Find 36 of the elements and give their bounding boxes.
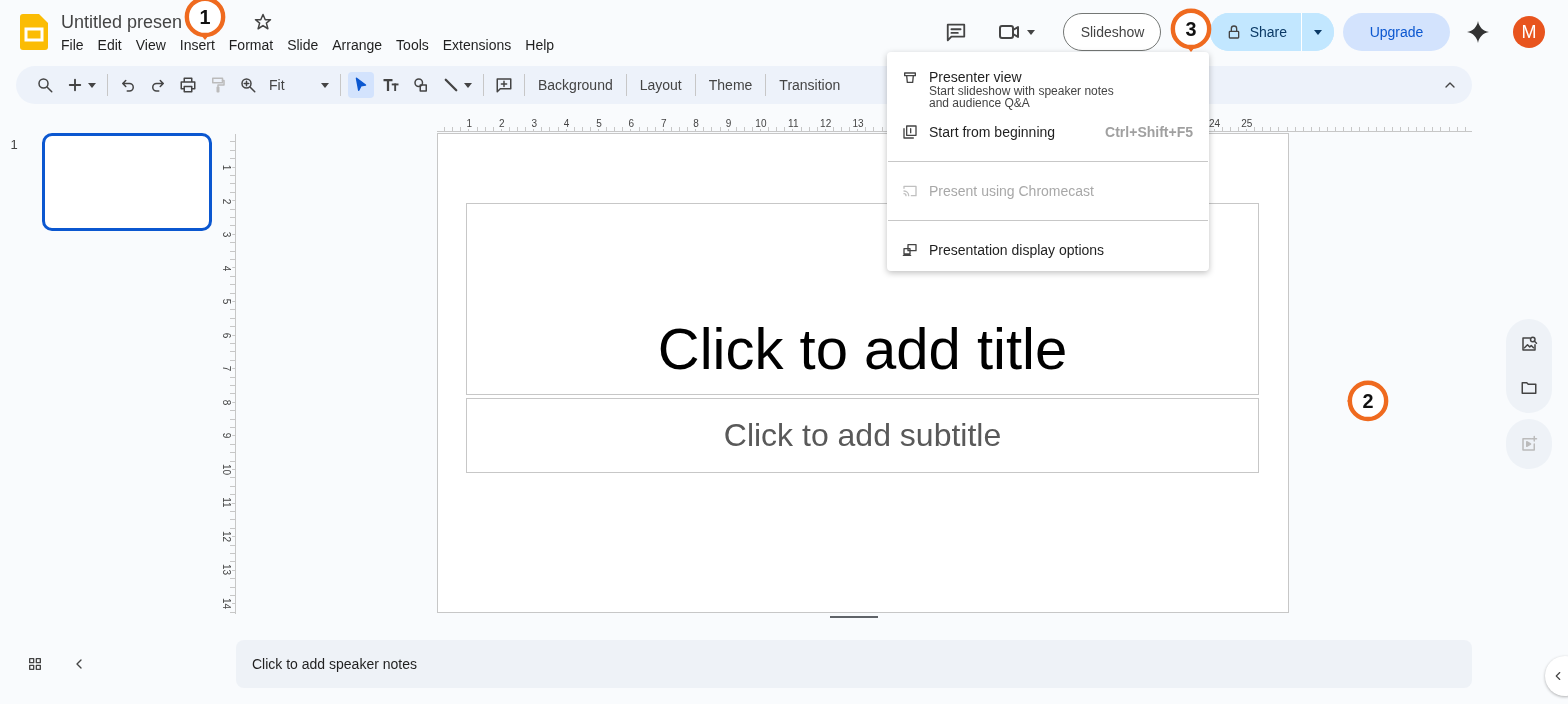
callout-badge: 2	[1346, 380, 1390, 424]
ruler-number: 11	[221, 497, 232, 508]
slide-number: 1	[9, 137, 19, 152]
ruler-number: 14	[221, 597, 232, 609]
ruler-number: 13	[852, 118, 864, 129]
ruler-number: 2	[221, 198, 232, 204]
ruler-number: 4	[563, 118, 570, 129]
ruler-number: 25	[1241, 118, 1253, 129]
ruler-number: 5	[221, 298, 232, 305]
menu-item-description: Start slideshow with speaker notes and audience Q&A	[929, 85, 1114, 109]
ruler-number: 12	[221, 530, 232, 542]
callout-badge: 1	[183, 0, 227, 40]
ruler-number: 3	[221, 231, 232, 238]
ruler-number: 5	[596, 118, 602, 129]
menu-item-label: Presenter view	[929, 69, 1023, 85]
ruler-number: 2	[499, 118, 505, 129]
ruler-number: 9	[221, 432, 232, 439]
ruler-number: 9	[725, 118, 732, 129]
menu-item-label: Presentation display options	[929, 242, 1105, 258]
menu-item-label: Present using Chromecast	[929, 183, 1094, 199]
ruler-number: 3	[531, 118, 537, 129]
callout-badge: 3	[1169, 8, 1213, 52]
ruler-number: 10	[755, 118, 767, 129]
ruler-number: 6	[628, 118, 635, 129]
ruler-number: 1	[221, 164, 232, 171]
ruler-number: 4	[221, 265, 232, 271]
ruler-number: 7	[221, 365, 232, 372]
ruler-number: 10	[221, 463, 232, 475]
ruler-number: 11	[788, 118, 799, 129]
ruler-number: 1	[466, 118, 473, 129]
ruler-number: 13	[221, 563, 232, 576]
ruler-number: 7	[660, 118, 667, 129]
ruler-number: 8	[221, 399, 232, 405]
ruler-number: 12	[820, 118, 832, 129]
ruler-number: 8	[693, 118, 699, 129]
ruler-number: 6	[221, 332, 232, 338]
